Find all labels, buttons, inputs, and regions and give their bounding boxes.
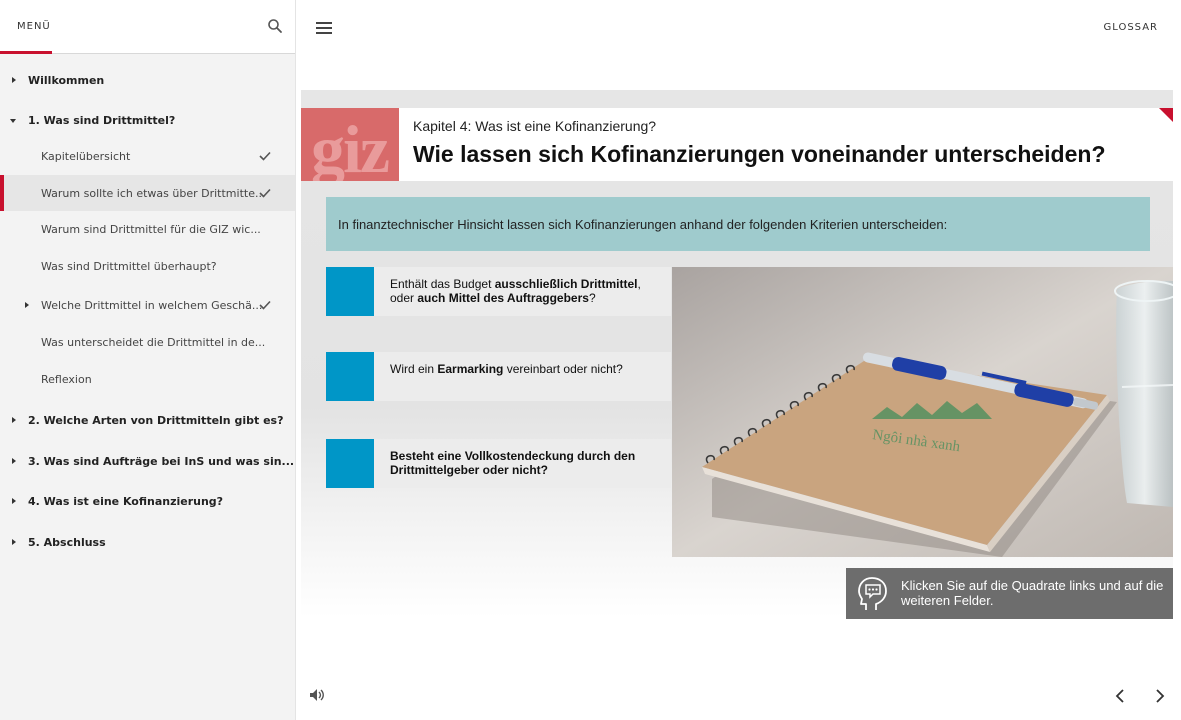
- nav-item-chapter-1[interactable]: 1. Was sind Drittmittel?: [0, 102, 295, 138]
- criterion-2[interactable]: Wird ein Earmarking vereinbart oder nich…: [326, 352, 671, 401]
- sidebar-menu: MENÜ Willkommen 1. Was sind Drittmittel?…: [0, 0, 296, 720]
- slide-title: Wie lassen sich Kofinanzierungen voneina…: [413, 141, 1106, 167]
- nav-item-chapter-5[interactable]: 5. Abschluss: [0, 524, 295, 560]
- criterion-text-2[interactable]: Wird ein Earmarking vereinbart oder nich…: [390, 362, 665, 376]
- glossary-button[interactable]: GLOSSAR: [1103, 22, 1158, 33]
- nav-item-label: Warum sollte ich etwas über Drittmitte..…: [41, 186, 266, 200]
- slide-header: giz Kapitel 4: Was ist eine Kofinanzieru…: [301, 108, 1173, 181]
- expand-arrow-icon: [9, 456, 19, 466]
- expand-arrow-icon: [22, 300, 32, 310]
- criterion-square-3[interactable]: [326, 439, 374, 488]
- nav-item-label: Was sind Drittmittel überhaupt?: [41, 259, 217, 273]
- nav-item-label: Welche Drittmittel in welchem Geschä...: [41, 298, 263, 312]
- nav-item-chapter-3[interactable]: 3. Was sind Aufträge bei InS und was sin…: [0, 443, 295, 479]
- speaking-head-icon: [858, 577, 887, 610]
- corner-marker: [1159, 108, 1173, 122]
- nav-item-label: 3. Was sind Aufträge bei InS und was sin…: [28, 454, 295, 468]
- chevron-right-icon[interactable]: [1153, 688, 1167, 704]
- check-icon: [259, 188, 271, 198]
- nav-item-reflexion[interactable]: Reflexion: [0, 361, 295, 397]
- criterion-square-2[interactable]: [326, 352, 374, 401]
- criterion-3[interactable]: Besteht eine Vollkostendeckung durch den…: [326, 439, 671, 488]
- nav-item-label: 1. Was sind Drittmittel?: [28, 113, 176, 127]
- nav-item-label: Kapitelübersicht: [41, 149, 131, 163]
- expand-arrow-icon: [9, 496, 19, 506]
- chevron-left-icon[interactable]: [1113, 688, 1127, 704]
- nav-item-label: 2. Welche Arten von Drittmitteln gibt es…: [28, 413, 284, 427]
- hamburger-menu-icon[interactable]: [316, 22, 332, 34]
- audio-icon[interactable]: [309, 688, 325, 702]
- slide-content: giz Kapitel 4: Was ist eine Kofinanzieru…: [301, 90, 1173, 618]
- nav-item-was-unterscheidet[interactable]: Was unterscheidet die Drittmittel in de.…: [0, 324, 295, 360]
- nav-item-label: Was unterscheidet die Drittmittel in de.…: [41, 335, 266, 349]
- nav-item-warum-sind[interactable]: Warum sind Drittmittel für die GIZ wic..…: [0, 211, 295, 247]
- expand-arrow-icon: [9, 537, 19, 547]
- expand-arrow-icon: [9, 415, 19, 425]
- notebook-illustration: Ngôi nhà xanh: [672, 267, 1173, 557]
- notebook-photo: Ngôi nhà xanh: [672, 267, 1173, 557]
- criterion-text-3[interactable]: Besteht eine Vollkostendeckung durch den…: [390, 449, 665, 477]
- check-icon: [259, 300, 271, 310]
- slide-subtitle: Kapitel 4: Was ist eine Kofinanzierung?: [413, 118, 657, 134]
- nav-item-label: 4. Was ist eine Kofinanzierung?: [28, 494, 224, 508]
- nav-item-chapter-2[interactable]: 2. Welche Arten von Drittmitteln gibt es…: [0, 402, 295, 438]
- nav-item-willkommen[interactable]: Willkommen: [0, 62, 295, 98]
- intro-box: In finanztechnischer Hinsicht lassen sic…: [326, 197, 1150, 251]
- nav-item-label: 5. Abschluss: [28, 535, 106, 549]
- criterion-1[interactable]: Enthält das Budget ausschließlich Drittm…: [326, 267, 671, 316]
- nav-item-welche-drittmittel[interactable]: Welche Drittmittel in welchem Geschä...: [0, 287, 295, 323]
- sidebar-header: MENÜ: [0, 0, 295, 54]
- nav-item-kapiteluebersicht[interactable]: Kapitelübersicht: [0, 138, 295, 174]
- nav-item-label: Warum sind Drittmittel für die GIZ wic..…: [41, 222, 261, 236]
- expand-arrow-icon: [9, 75, 19, 85]
- search-icon[interactable]: [267, 18, 283, 34]
- hint-box: Klicken Sie auf die Quadrate links und a…: [846, 568, 1173, 619]
- menu-title: MENÜ: [17, 21, 51, 32]
- criterion-square-1[interactable]: [326, 267, 374, 316]
- criterion-text-1[interactable]: Enthält das Budget ausschließlich Drittm…: [390, 277, 665, 305]
- collapse-arrow-icon: [8, 116, 18, 126]
- nav-item-was-sind[interactable]: Was sind Drittmittel überhaupt?: [0, 248, 295, 284]
- giz-logo: giz: [301, 108, 399, 181]
- nav-item-chapter-4[interactable]: 4. Was ist eine Kofinanzierung?: [0, 483, 295, 519]
- hint-text: Klicken Sie auf die Quadrate links und a…: [901, 578, 1164, 608]
- menu-title-underline: [0, 51, 52, 54]
- check-icon: [259, 151, 271, 161]
- nav-item-warum-sollte[interactable]: Warum sollte ich etwas über Drittmitte..…: [0, 175, 295, 211]
- nav-item-label: Willkommen: [28, 73, 105, 87]
- nav-item-label: Reflexion: [41, 372, 92, 386]
